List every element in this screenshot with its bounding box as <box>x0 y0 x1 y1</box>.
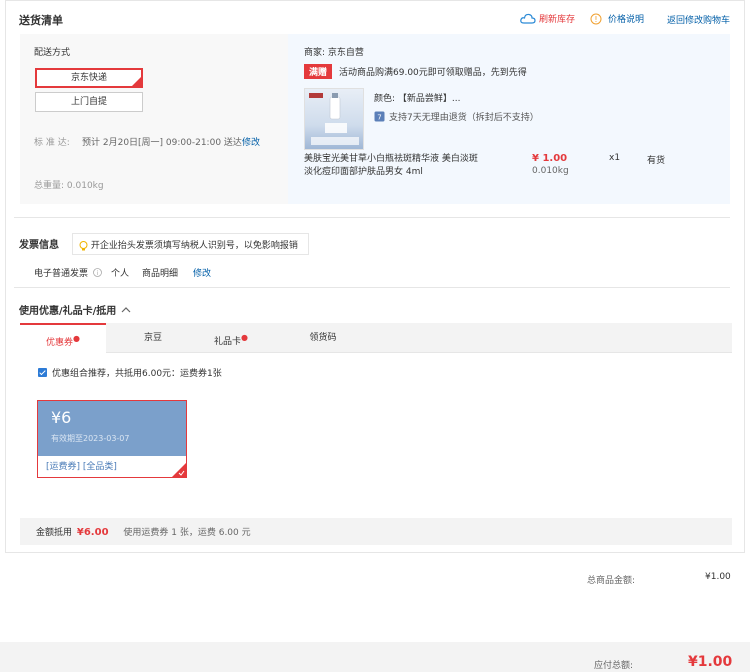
eta-edit-link[interactable]: 修改 <box>242 135 260 148</box>
weight-label: 总重量: <box>34 181 65 191</box>
merchant-panel: 商家: 京东自营 满赠 活动商品购满69.00元即可领取赠品，先到先得 颜色: … <box>288 34 730 204</box>
back-to-cart-link[interactable]: 返回修改购物车 <box>667 13 730 26</box>
tab-label: 礼品卡 <box>214 337 242 347</box>
shipping-option-label: 京东快递 <box>70 73 107 83</box>
eta-text: 预计 2月20日[周一] 09:00-21:00 送达 <box>82 138 242 148</box>
shipping-option-pickup[interactable]: 上门自提 <box>35 92 143 112</box>
invoice-person: 个人 <box>111 269 130 279</box>
price-explain-link[interactable]: ! 价格说明 <box>590 12 644 25</box>
product-qty: x1 <box>609 153 621 163</box>
summary-bar: 应付总额: ¥1.00 <box>0 642 750 672</box>
color-value: 【新品尝鲜】... <box>397 94 461 104</box>
coupon-card[interactable]: ¥6 有效期至2023-03-07 [运费券] [全品类] <box>37 400 187 478</box>
shipping-option-jd-express[interactable]: 京东快递 <box>35 68 143 88</box>
section-divider <box>14 217 730 218</box>
invoice-edit-link[interactable]: 修改 <box>193 266 211 279</box>
merchant-name: 京东自营 <box>327 48 364 58</box>
lightbulb-icon <box>79 240 88 250</box>
deduct-note: 使用运费券 1 张，运费 6.00 元 <box>123 528 251 538</box>
tab-dot: ● <box>241 333 248 342</box>
product-image[interactable] <box>304 88 364 150</box>
help-icon[interactable]: i <box>93 268 102 277</box>
return-note: 支持7天无理由退货（拆封后不支持） <box>389 113 539 123</box>
shipping-method-label: 配送方式 <box>34 48 71 58</box>
recommend-text: 优惠组合推荐，共抵用6.00元：运费券1张 <box>52 369 222 379</box>
svg-text:!: ! <box>594 15 597 24</box>
promo-text: 活动商品购满69.00元即可领取赠品，先到先得 <box>339 68 527 78</box>
info-circle-icon: ! <box>590 13 602 24</box>
tab-label: 京豆 <box>143 333 162 343</box>
tab-redeem-code[interactable]: 领货码 <box>280 323 366 353</box>
price-explain-label: 价格说明 <box>608 15 645 25</box>
svg-text:i: i <box>97 270 99 277</box>
payable-value: ¥1.00 <box>688 654 733 670</box>
product-stock: 有货 <box>647 156 666 166</box>
invoice-detail: 商品明细 <box>142 269 179 279</box>
return-shield-icon: 7 <box>374 111 385 122</box>
cloud-refresh-icon <box>520 13 536 24</box>
payable-label: 应付总额: <box>594 661 634 671</box>
product-weight: 0.010kg <box>532 166 569 176</box>
chevron-up-icon <box>121 307 131 313</box>
color-label: 颜色: <box>374 94 396 104</box>
coupon-tags: [运费券] [全品类] <box>38 456 186 477</box>
discount-tabs: 优惠券● 京豆 礼品卡● 领货码 <box>20 323 732 353</box>
tab-label: 领货码 <box>309 333 337 343</box>
tab-label: 优惠券 <box>46 338 74 348</box>
invoice-type: 电子普通发票 <box>34 269 89 279</box>
section-divider <box>14 287 730 288</box>
coupon-amount: ¥6 <box>51 408 72 427</box>
merchant-label: 商家: <box>304 48 326 58</box>
weight-value: 0.010kg <box>66 181 104 191</box>
selected-corner-icon <box>132 77 141 86</box>
coupon-area: 优惠组合推荐，共抵用6.00元：运费券1张 ¥6 有效期至2023-03-07 … <box>20 353 732 518</box>
coupon-top: ¥6 有效期至2023-03-07 <box>38 401 186 456</box>
invoice-title: 发票信息 <box>19 240 59 251</box>
tab-coupon[interactable]: 优惠券● <box>20 323 106 353</box>
invoice-tip: 开企业抬头发票须填写纳税人识别号，以免影响报销 <box>72 233 309 255</box>
selected-check-icon <box>172 463 186 477</box>
discount-header[interactable]: 使用优惠/礼品卡/抵用 <box>19 302 131 317</box>
refresh-stock-link[interactable]: 刷新库存 <box>520 12 575 25</box>
tab-dot: ● <box>73 334 80 343</box>
goods-total-label: 总商品金额: <box>587 576 636 586</box>
tab-gift-card[interactable]: 礼品卡● <box>188 323 274 353</box>
recommend-checkbox[interactable] <box>38 368 47 377</box>
product-price: ¥ 1.00 <box>532 153 568 164</box>
deduct-strip: 金额抵用 ¥6.00 使用运费券 1 张，运费 6.00 元 <box>20 518 732 545</box>
invoice-tip-text: 开企业抬头发票须填写纳税人识别号，以免影响报销 <box>90 241 298 251</box>
promo-badge: 满赠 <box>304 64 333 79</box>
eta-prefix: 标 准 达: <box>34 138 70 148</box>
product-name-line-1[interactable]: 美肤宝光美甘草小白瓶祛斑精华液 美白淡斑 <box>304 153 478 166</box>
discount-title: 使用优惠/礼品卡/抵用 <box>19 306 117 317</box>
delivery-list-title: 送货清单 <box>19 14 63 27</box>
svg-text:7: 7 <box>377 114 381 122</box>
goods-total-value: ¥1.00 <box>705 572 731 582</box>
tab-jingdou[interactable]: 京豆 <box>110 323 196 353</box>
deduct-label: 金额抵用 <box>36 528 73 538</box>
serum-bottle-icon <box>309 93 359 145</box>
product-name-line-2[interactable]: 淡化痘印面部护肤品男女 4ml <box>304 166 478 179</box>
shipping-option-label: 上门自提 <box>70 97 107 107</box>
deduct-value: ¥6.00 <box>76 527 109 538</box>
coupon-expiry: 有效期至2023-03-07 <box>51 434 130 443</box>
shipping-box: 配送方式 京东快递 上门自提 标 准 达: 预计 2月20日[周一] 09:00… <box>20 34 730 204</box>
refresh-stock-label: 刷新库存 <box>539 15 576 25</box>
